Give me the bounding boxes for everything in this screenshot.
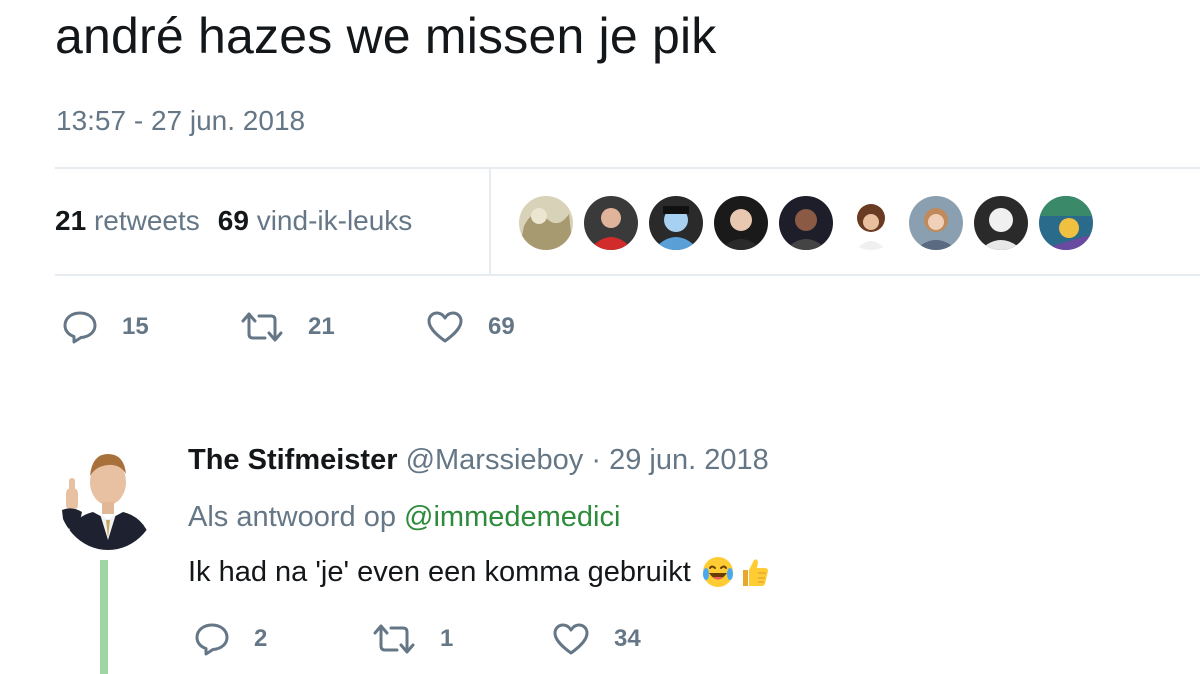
reply-to-label: Als antwoord op <box>188 501 396 533</box>
reply-icon <box>63 311 97 344</box>
retweets-label: retweets <box>93 205 200 236</box>
retweet-count: 1 <box>440 625 454 652</box>
liker-avatar[interactable] <box>519 196 573 250</box>
liker-avatar[interactable] <box>714 196 768 250</box>
reply-action[interactable]: 15 <box>62 310 240 344</box>
liker-avatar[interactable] <box>584 196 638 250</box>
like-action[interactable]: 69 <box>426 310 515 344</box>
retweet-action[interactable]: 1 <box>372 622 552 656</box>
tweet-timestamp[interactable]: 13:57 - 27 jun. 2018 <box>56 103 305 139</box>
retweet-count: 21 <box>308 313 335 340</box>
tweet-text: andré hazes we missen je pik <box>55 8 717 64</box>
reply-to-line: Als antwoord op @immedemedici <box>188 498 620 536</box>
reply-text-content: Ik had na 'je' even een komma gebruikt <box>188 556 691 588</box>
stats-divider <box>489 169 491 274</box>
heart-icon <box>553 623 589 655</box>
reply-count: 2 <box>254 625 268 652</box>
retweets-stat[interactable]: 21 retweets <box>55 205 200 236</box>
liker-avatar[interactable] <box>909 196 963 250</box>
retweet-icon <box>373 624 415 654</box>
reply-tweet-actions: 2 1 34 <box>194 622 641 656</box>
reply-icon <box>195 623 229 656</box>
thread-line <box>100 560 108 674</box>
face-with-tears-of-joy-icon <box>701 555 735 589</box>
like-action[interactable]: 34 <box>552 622 641 656</box>
liker-avatar[interactable] <box>779 196 833 250</box>
divider <box>55 274 1200 276</box>
reply-to-mention[interactable]: @immedemedici <box>404 501 620 533</box>
reply-date[interactable]: 29 jun. 2018 <box>609 444 769 476</box>
likes-stat[interactable]: 69 vind-ik-leuks <box>218 205 413 236</box>
header-separator: · <box>591 444 602 476</box>
liker-avatar[interactable] <box>974 196 1028 250</box>
divider <box>55 167 1200 169</box>
tweet-actions: 15 21 69 <box>62 310 515 344</box>
thumbs-up-icon <box>737 555 771 589</box>
retweets-count: 21 <box>55 205 87 236</box>
liker-avatar[interactable] <box>1039 196 1093 250</box>
liker-avatars <box>519 196 1093 250</box>
heart-icon <box>427 311 463 343</box>
tweet-stats: 21 retweets 69 vind-ik-leuks <box>55 202 412 240</box>
likes-label: vind-ik-leuks <box>256 205 413 236</box>
liker-avatar[interactable] <box>649 196 703 250</box>
liker-avatar[interactable] <box>844 196 898 250</box>
tweet-detail-page: andré hazes we missen je pik 13:57 - 27 … <box>0 0 1200 674</box>
like-count: 34 <box>614 625 641 652</box>
retweet-action[interactable]: 21 <box>240 310 426 344</box>
retweet-icon <box>241 312 283 342</box>
reply-text: Ik had na 'je' even een komma gebruikt <box>188 553 771 591</box>
reply-action[interactable]: 2 <box>194 622 372 656</box>
likes-count: 69 <box>217 205 249 236</box>
avatar[interactable] <box>58 440 158 550</box>
reply-handle[interactable]: @Marssieboy <box>406 444 584 476</box>
reply-header: The Stifmeister @Marssieboy · 29 jun. 20… <box>188 441 769 479</box>
like-count: 69 <box>488 313 515 340</box>
reply-display-name[interactable]: The Stifmeister <box>188 444 398 476</box>
reply-count: 15 <box>122 313 149 340</box>
